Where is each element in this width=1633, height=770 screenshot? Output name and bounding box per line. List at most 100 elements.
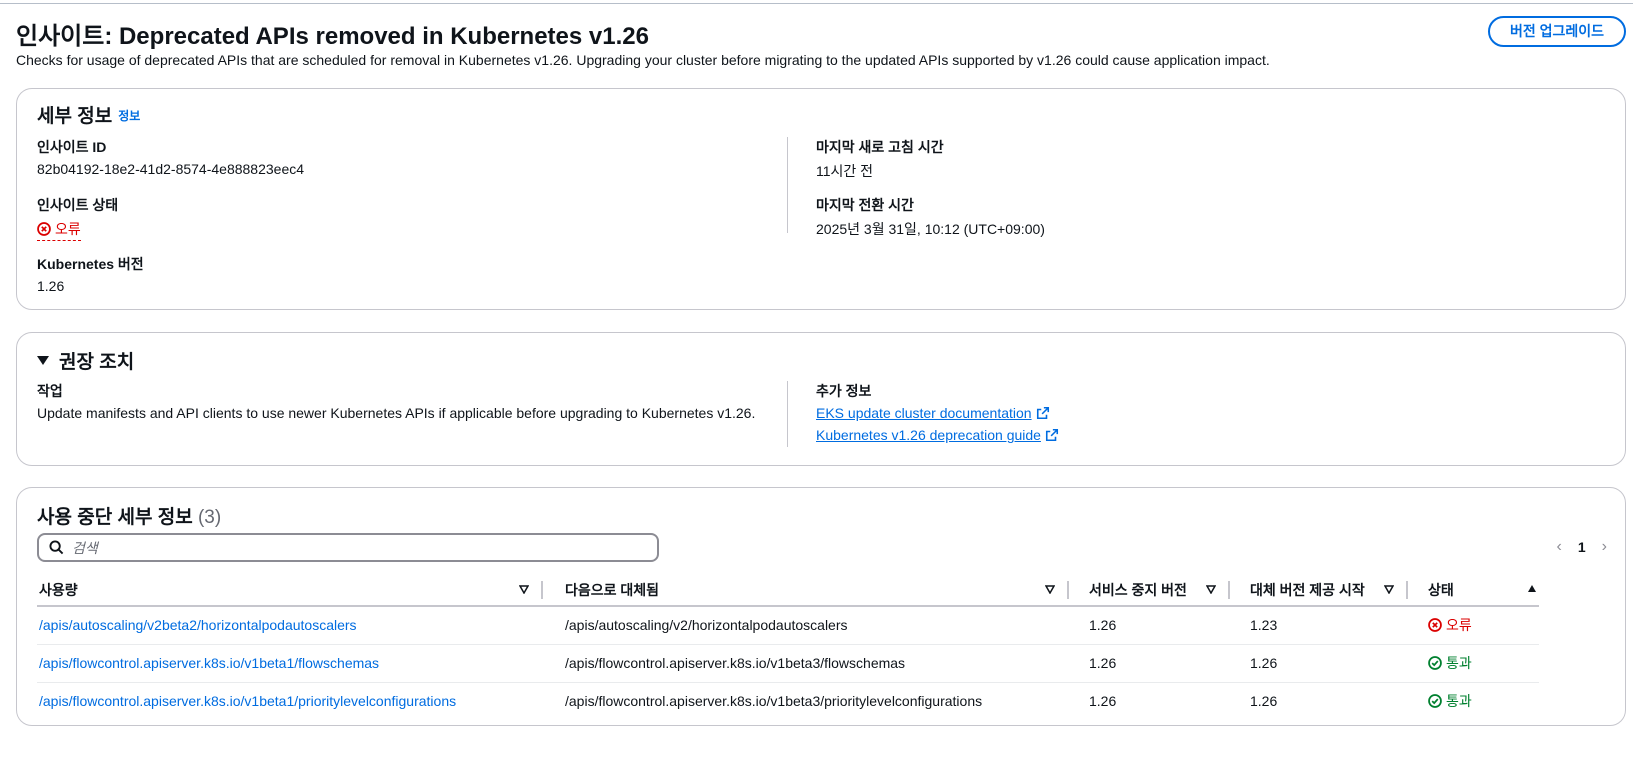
table-row: /apis/autoscaling/v2beta2/horizontalpoda… bbox=[37, 606, 1539, 645]
replacement-cell: /apis/flowcontrol.apiserver.k8s.io/v1bet… bbox=[565, 693, 983, 710]
last-refresh-label: 마지막 새로 고침 시간 bbox=[816, 139, 944, 155]
task: 작업 Update manifests and API clients to u… bbox=[37, 381, 755, 421]
last-refresh-value: 11시간 전 bbox=[816, 163, 874, 179]
deprecations-title-text: 사용 중단 세부 정보 bbox=[37, 507, 193, 528]
status-cell: 통과 bbox=[1408, 644, 1539, 683]
recommendation-toggle[interactable]: 권장 조치 bbox=[37, 347, 134, 374]
last-transition-value: 2025년 3월 31일, 10:12 (UTC+09:00) bbox=[816, 221, 1045, 237]
task-label: 작업 bbox=[37, 383, 63, 399]
more-info-label: 추가 정보 bbox=[816, 383, 872, 399]
last-refresh: 마지막 새로 고침 시간 11시간 전 bbox=[816, 137, 944, 181]
external-link-icon bbox=[1036, 406, 1049, 420]
k8s-version-value: 1.26 bbox=[37, 278, 65, 294]
info-link[interactable]: 정보 bbox=[118, 109, 140, 123]
pagination: ‹ 1 › bbox=[1557, 538, 1607, 556]
replacement-cell: /apis/autoscaling/v2/horizontalpodautosc… bbox=[543, 606, 1069, 645]
column-header-label: 사용량 bbox=[39, 581, 78, 598]
insight-status-text: 오류 bbox=[55, 221, 81, 237]
table-row: /apis/flowcontrol.apiserver.k8s.io/v1bet… bbox=[37, 682, 1539, 720]
column-header-label: 대체 버전 제공 시작 bbox=[1250, 581, 1365, 598]
column-header-start-version[interactable]: 대체 버전 제공 시작 bbox=[1230, 574, 1408, 607]
insight-status-value[interactable]: 오류 bbox=[37, 219, 81, 241]
column-header-replacement[interactable]: 다음으로 대체됨 bbox=[543, 574, 1069, 607]
status-cell: 통과 bbox=[1408, 682, 1539, 720]
replacement-cell: /apis/flowcontrol.apiserver.k8s.io/v1bet… bbox=[543, 644, 1069, 683]
insight-id-label: 인사이트 ID bbox=[37, 139, 107, 155]
search-box[interactable] bbox=[37, 533, 659, 562]
status-text: 통과 bbox=[1446, 693, 1472, 710]
start-version-cell: 1.23 bbox=[1230, 606, 1408, 645]
sort-down-icon bbox=[1206, 585, 1216, 594]
check-circle-icon bbox=[1428, 656, 1442, 670]
k8s-guide-link-text: Kubernetes v1.26 deprecation guide bbox=[816, 427, 1041, 443]
check-circle-icon bbox=[1428, 694, 1442, 709]
sort-down-icon bbox=[519, 585, 529, 594]
column-divider bbox=[787, 381, 788, 447]
deprecations-panel: 사용 중단 세부 정보 (3) ‹ 1 › 사용량 다음으로 대체됨 bbox=[16, 487, 1626, 726]
upgrade-version-button[interactable]: 버전 업그레이드 bbox=[1487, 16, 1626, 47]
usage-link[interactable]: /apis/flowcontrol.apiserver.k8s.io/v1bet… bbox=[39, 693, 456, 709]
k8s-deprecation-guide-link[interactable]: Kubernetes v1.26 deprecation guide bbox=[816, 427, 1059, 443]
stop-version-cell: 1.26 bbox=[1089, 693, 1117, 710]
eks-docs-link-text: EKS update cluster documentation bbox=[816, 405, 1032, 421]
eks-docs-link[interactable]: EKS update cluster documentation bbox=[816, 405, 1050, 421]
task-value: Update manifests and API clients to use … bbox=[37, 405, 756, 421]
search-icon bbox=[49, 540, 64, 555]
page-number[interactable]: 1 bbox=[1578, 539, 1586, 555]
page-description: Checks for usage of deprecated APIs that… bbox=[16, 52, 1270, 68]
status-cell: 오류 bbox=[1408, 606, 1539, 645]
sort-down-icon bbox=[1045, 585, 1055, 594]
insight-status-label: 인사이트 상태 bbox=[37, 197, 119, 213]
recommendation-panel: 권장 조치 작업 Update manifests and API client… bbox=[16, 332, 1626, 466]
table-header-row: 사용량 다음으로 대체됨 서비스 중지 버전 대체 버전 제공 시작 상태 bbox=[37, 574, 1539, 607]
more-info-link-1-wrap: EKS update cluster documentation bbox=[816, 405, 1059, 421]
details-panel: 세부 정보 정보 인사이트 ID 82b04192-18e2-41d2-8574-… bbox=[16, 88, 1626, 310]
caret-down-icon bbox=[37, 356, 49, 365]
more-info-link-2-wrap: Kubernetes v1.26 deprecation guide bbox=[816, 427, 1059, 443]
more-info: 추가 정보 EKS update cluster documentation K… bbox=[816, 381, 1059, 443]
usage-link[interactable]: /apis/autoscaling/v2beta2/horizontalpoda… bbox=[39, 617, 357, 633]
chevron-right-icon[interactable]: › bbox=[1602, 538, 1607, 556]
insight-id-value: 82b04192-18e2-41d2-8574-4e888823eec4 bbox=[37, 161, 305, 177]
deprecations-title: 사용 중단 세부 정보 (3) bbox=[37, 502, 221, 529]
status-success: 통과 bbox=[1428, 653, 1472, 673]
table-row: /apis/flowcontrol.apiserver.k8s.io/v1bet… bbox=[37, 644, 1539, 683]
column-header-status[interactable]: 상태 bbox=[1408, 574, 1539, 607]
k8s-version-label: Kubernetes 버전 bbox=[37, 256, 144, 272]
chevron-left-icon[interactable]: ‹ bbox=[1557, 538, 1562, 556]
stop-version-cell: 1.26 bbox=[1069, 606, 1230, 645]
insight-id: 인사이트 ID 82b04192-18e2-41d2-8574-4e888823… bbox=[37, 137, 304, 177]
column-divider bbox=[787, 137, 788, 233]
external-link-icon bbox=[1045, 428, 1058, 442]
recommendation-title: 권장 조치 bbox=[59, 352, 135, 373]
insight-status: 인사이트 상태 오류 bbox=[37, 195, 118, 241]
sort-up-icon bbox=[1528, 585, 1536, 592]
status-success: 통과 bbox=[1428, 691, 1472, 711]
usage-link[interactable]: /apis/flowcontrol.apiserver.k8s.io/v1bet… bbox=[39, 655, 379, 671]
status-text: 오류 bbox=[1446, 617, 1472, 634]
column-header-label: 상태 bbox=[1428, 581, 1454, 598]
stop-version-cell: 1.26 bbox=[1069, 644, 1230, 683]
details-title-text: 세부 정보 bbox=[37, 106, 113, 127]
deprecations-table: 사용량 다음으로 대체됨 서비스 중지 버전 대체 버전 제공 시작 상태 /a… bbox=[37, 574, 1539, 720]
error-icon bbox=[37, 222, 51, 236]
page-header: 인사이트: Deprecated APIs removed in Kuberne… bbox=[16, 16, 1626, 76]
top-divider bbox=[0, 3, 1633, 4]
start-version-cell: 1.26 bbox=[1250, 693, 1278, 710]
column-header-stop-version[interactable]: 서비스 중지 버전 bbox=[1069, 574, 1230, 607]
page-title: 인사이트: Deprecated APIs removed in Kuberne… bbox=[16, 23, 649, 50]
status-text: 통과 bbox=[1446, 655, 1472, 671]
column-header-label: 다음으로 대체됨 bbox=[565, 581, 660, 598]
start-version-cell: 1.26 bbox=[1230, 644, 1408, 683]
error-icon bbox=[1428, 618, 1442, 633]
kubernetes-version: Kubernetes 버전 1.26 bbox=[37, 254, 144, 294]
last-transition: 마지막 전환 시간 2025년 3월 31일, 10:12 (UTC+09:00… bbox=[816, 195, 1045, 239]
deprecations-count: (3) bbox=[197, 507, 222, 528]
insight-status-value-wrap: 오류 bbox=[37, 219, 118, 241]
sort-down-icon bbox=[1384, 585, 1394, 594]
column-header-usage[interactable]: 사용량 bbox=[37, 574, 543, 607]
search-input[interactable] bbox=[72, 539, 632, 556]
last-transition-label: 마지막 전환 시간 bbox=[816, 197, 914, 213]
details-title: 세부 정보 정보 bbox=[37, 101, 140, 128]
column-header-label: 서비스 중지 버전 bbox=[1089, 581, 1187, 598]
